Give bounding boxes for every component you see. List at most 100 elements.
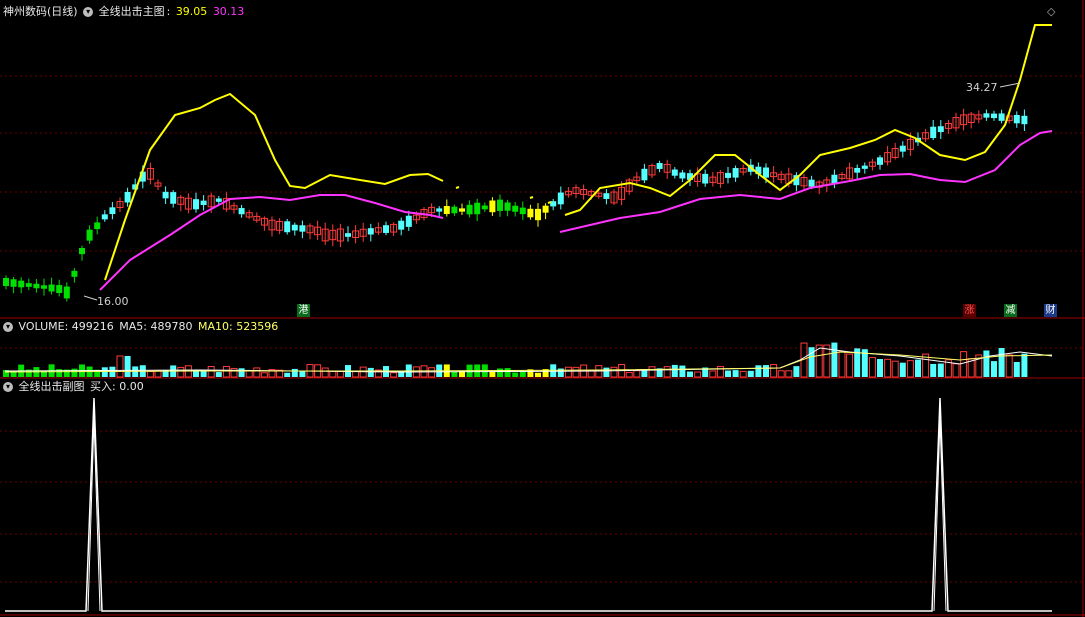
candle-body [656,163,663,169]
candle-body [459,208,465,212]
candle-body [48,284,55,292]
volume-bar [998,348,1005,377]
buy-value: 买入: 0.00 [90,380,144,393]
tag-zhang[interactable]: 涨 [963,304,976,317]
chevron-down-icon[interactable]: ▾ [83,7,94,17]
candle-body [10,279,17,287]
yellow-line-dot [455,186,460,189]
tag-gang[interactable]: 港 [297,304,310,317]
volume-bar [154,370,162,378]
volume-bar [785,370,793,378]
volume-bar [846,353,854,378]
candle-body [193,199,199,210]
volume-bar [1021,353,1028,377]
chevron-down-icon[interactable]: ▾ [3,382,13,392]
volume-bar [610,366,618,378]
volume-bar [755,365,762,377]
tag-jian[interactable]: 减 [1004,304,1017,317]
candle-body [725,172,731,178]
candle-body [983,113,990,118]
candle-body [1013,114,1020,124]
volume-bar [260,372,268,378]
volume-bar [679,365,686,377]
volume-bar [960,351,968,378]
candle-body [702,173,709,184]
volume-bar [352,370,360,378]
candle-body [603,193,610,199]
volume-bar [535,372,541,377]
value-yellow: 39.05 [175,5,208,18]
candle-body [937,126,944,133]
chart-canvas[interactable] [0,0,1085,617]
volume-bar [321,367,329,378]
volume-bar [625,371,633,378]
volume-bar [398,372,405,377]
volume-bar [124,356,131,377]
candle-body [998,113,1005,121]
candle-body [930,126,937,139]
volume-bar [512,372,519,377]
candle-body [991,113,997,119]
volume-bar [725,370,731,377]
stock-name: 神州数码(日线) [3,5,78,18]
candle-body [101,214,108,220]
candle-body [291,224,298,231]
sub-panel-header: ▾ 全线出击副图 买入: 0.00 [3,380,146,394]
volume-bar [253,367,261,378]
tag-cai[interactable]: 财 [1044,304,1057,317]
candle-body [124,191,131,203]
volume-bar [329,370,337,378]
volume-bar [299,371,306,377]
candle-body [405,215,412,227]
candle-body [94,222,101,230]
diamond-icon[interactable]: ◇ [1047,5,1055,19]
volume-bar [732,370,739,377]
candle-body [215,198,222,202]
candle-body [443,206,450,214]
volume-bar [884,358,892,378]
candle-body [527,208,534,218]
candle-body [3,277,9,287]
low-price-label: 16.00 [97,295,129,308]
candle-body [489,200,496,213]
candle-body [854,167,861,173]
volume-bar [709,370,717,378]
chevron-down-icon[interactable]: ▾ [3,322,13,332]
volume-bar [891,360,899,378]
candle-body [679,172,686,179]
volume-bar [747,370,754,377]
candle-body [383,225,389,233]
volume-bar [291,368,298,377]
candle-body [25,283,32,287]
candle-body [732,168,739,178]
value-magenta: 30.13 [212,5,245,18]
volume-bar [71,368,78,377]
buy-signal-line [5,397,1052,612]
volume-bar [831,342,838,377]
volume-ma10-line [4,351,1053,373]
candle-body [877,157,883,165]
volume-bar [238,368,245,377]
candle-body [497,199,503,211]
candle-body [763,167,769,178]
volume-bar [222,365,230,378]
candle-body [557,192,564,205]
candle-body [238,208,245,215]
volume-bar [763,365,769,377]
high-price-label: 34.27 [966,81,998,94]
candle-body [808,179,815,187]
yellow-line-dot [529,196,534,199]
volume-bar [1005,354,1013,378]
volume-bar [663,366,671,378]
candle-body [504,202,511,211]
candle-body [535,208,541,221]
candle-body [162,191,169,199]
volume-bar [572,366,580,378]
volume-bar [952,363,960,378]
candle-body [519,207,526,215]
annotation-pointer [83,295,98,301]
indicator-name: 全线出击主图 [98,5,165,18]
volume-bar [116,355,124,378]
volume-bar [146,371,154,378]
candle-body [63,286,70,299]
